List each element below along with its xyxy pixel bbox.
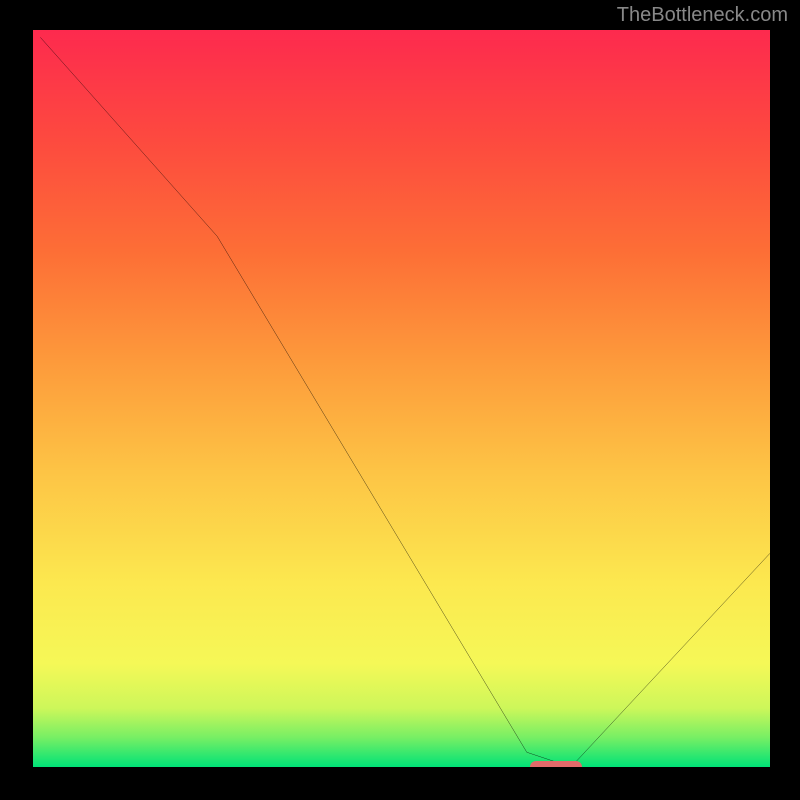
chart-curve-svg: [33, 30, 770, 767]
optimal-point-marker: [530, 761, 582, 770]
bottleneck-curve-path: [40, 37, 770, 767]
watermark-text: TheBottleneck.com: [617, 4, 788, 27]
bottleneck-chart: [30, 30, 770, 770]
